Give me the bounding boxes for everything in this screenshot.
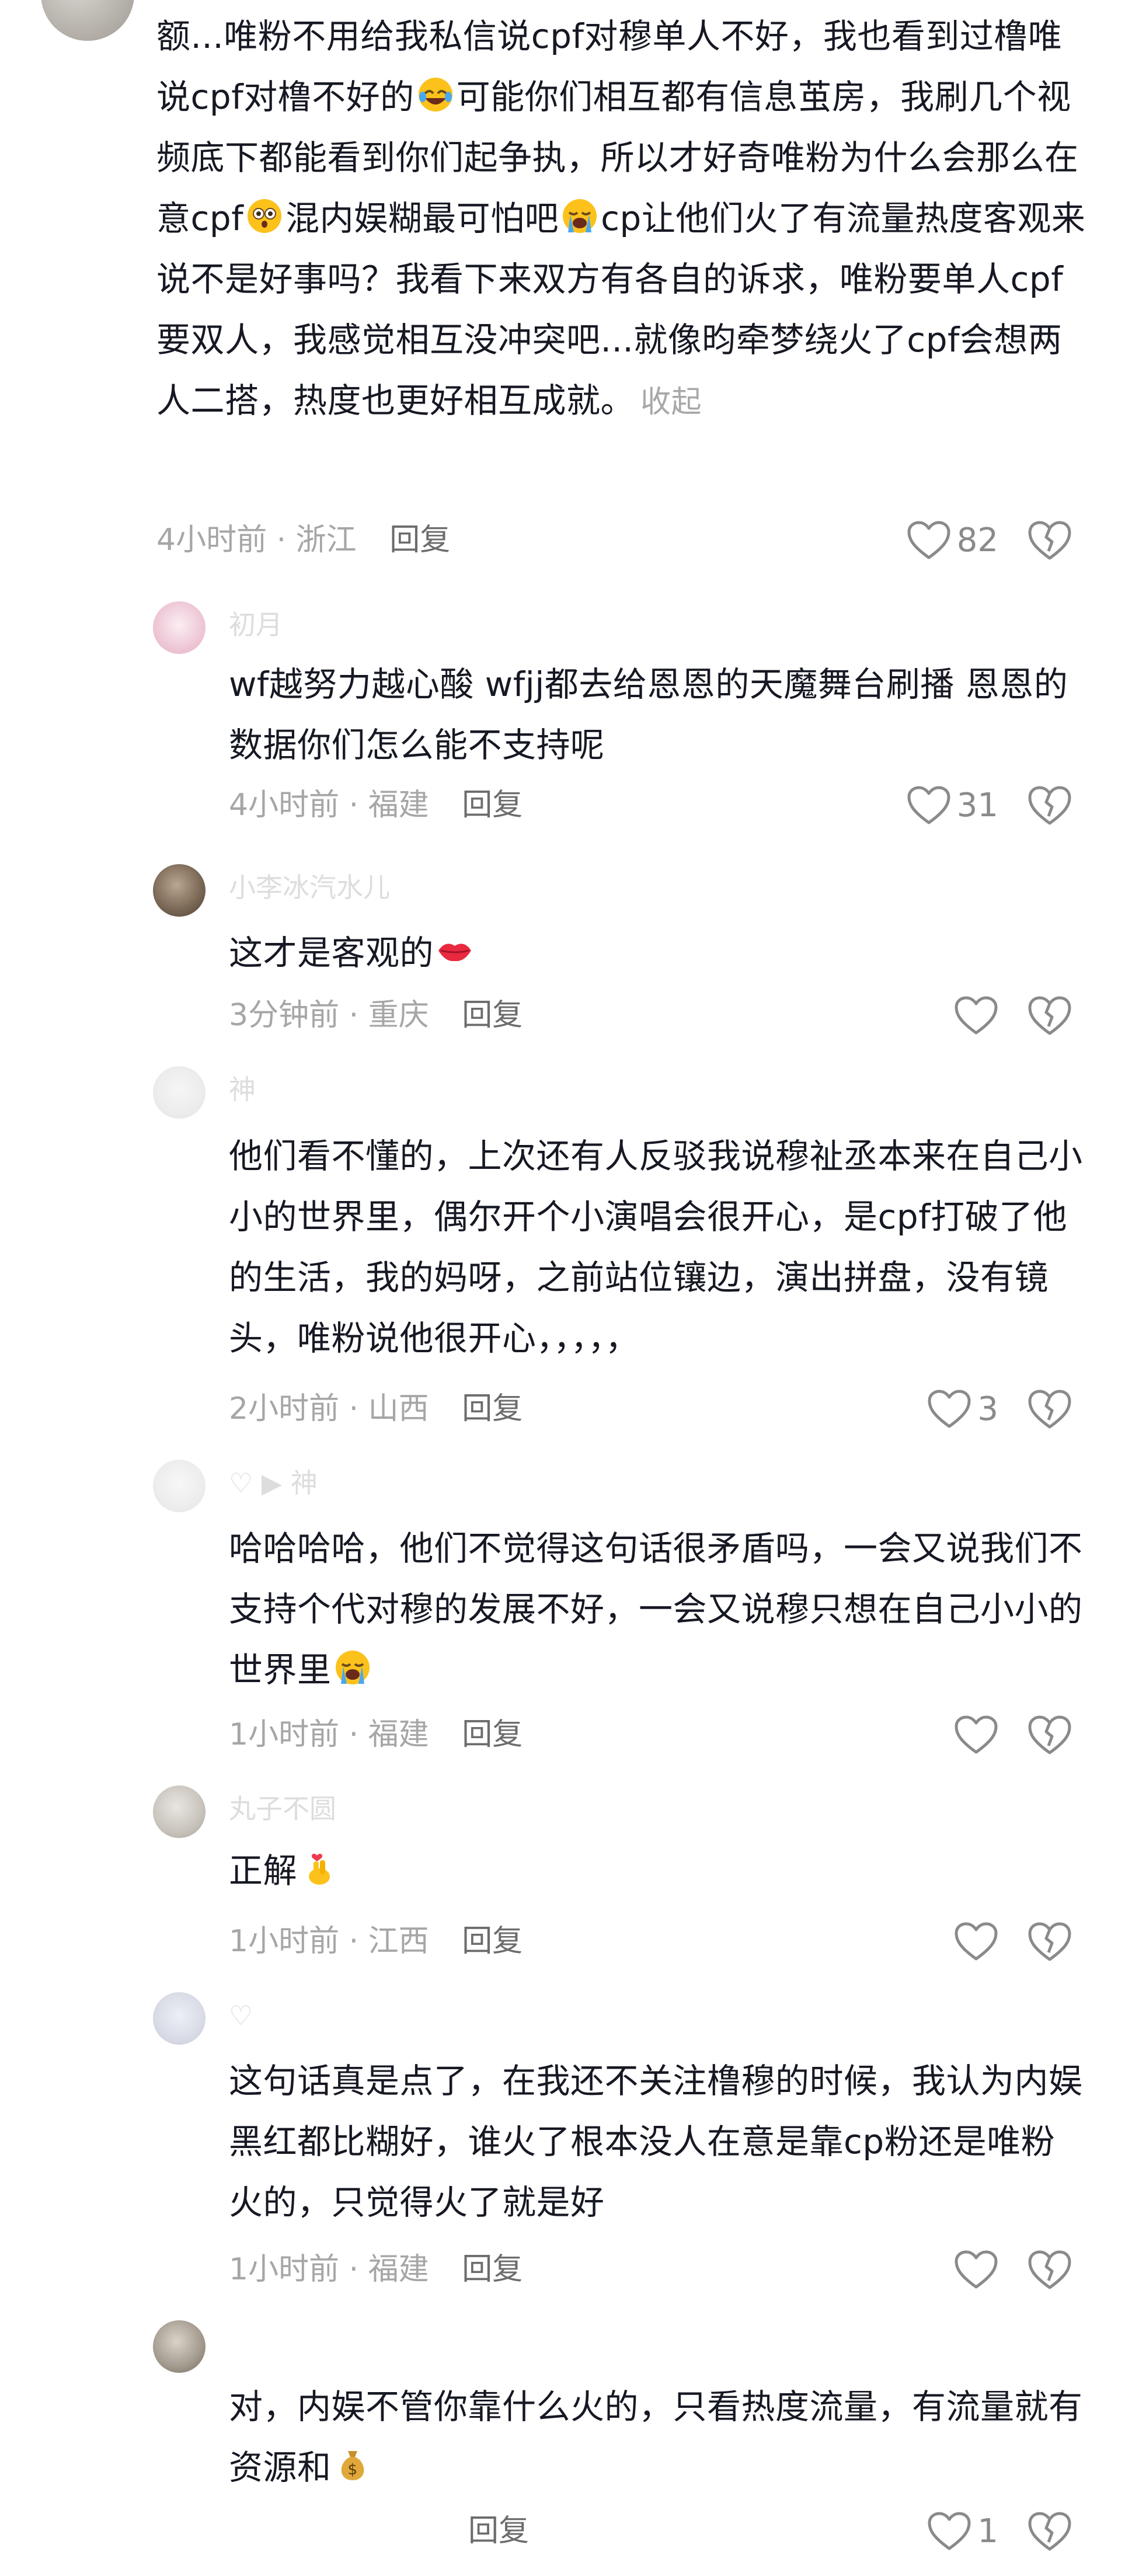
comment-thread: 额...唯粉不用给我私信说cpf对穆单人不好，我也看到过橹唯说cpf对橹不好的可… [0,0,1125,2576]
comment-meta: 回复 [229,2511,529,2551]
finger-heart-emoji [309,1854,330,1885]
timestamp-location: 2小时前 · 山西 [229,1391,429,1426]
broken-heart-icon [1028,786,1071,825]
avatar[interactable] [153,1460,206,1512]
reply-button[interactable]: 回复 [462,788,523,823]
comment-meta: 4小时前 · 福建 回复 [229,785,523,826]
timestamp-location: 4小时前 · 浙江 [156,523,357,558]
loudly-crying-emoji [563,199,597,233]
timestamp-location: 1小时前 · 福建 [229,2252,429,2287]
broken-heart-icon [1028,521,1071,560]
like-count: 82 [956,521,998,559]
comment-text: 哈哈哈哈，他们不觉得这句话很矛盾吗，一会又说我们不支持个代对穆的发展不好，一会又… [229,1518,1087,1700]
comment-meta: 4小时前 · 浙江 回复 [156,520,450,561]
username[interactable]: 小李冰汽水儿 [229,870,390,905]
reply-button[interactable]: 回复 [462,1717,523,1752]
timestamp-location: 4小时前 · 福建 [229,788,429,823]
broken-heart-icon [1028,2512,1071,2551]
comment-meta: 1小时前 · 江西 回复 [229,1921,523,1962]
heart-outline-icon [955,2250,998,2289]
collapse-link[interactable]: 收起 [640,385,702,420]
reply-button[interactable]: 回复 [468,2514,529,2549]
avatar[interactable] [41,0,134,41]
avatar[interactable] [153,1992,206,2045]
username[interactable]: ♡ [229,1998,253,2033]
comment-text-part-3: 混内娱糊最可怕吧 [285,199,559,238]
username[interactable]: ♡ ▶ 神 [229,1465,318,1501]
comment-meta: 3分钟前 · 重庆 回复 [229,995,523,1036]
broken-heart-icon [1028,996,1071,1035]
money-bag-emoji: $ [341,2451,364,2480]
dislike-button[interactable] [1028,518,1072,563]
reply-button[interactable]: 回复 [389,523,450,558]
like-button[interactable]: 82 [876,517,998,564]
comment-meta: 1小时前 · 福建 回复 [229,2249,523,2290]
timestamp-location: 1小时前 · 江西 [229,1924,429,1959]
dislike-button[interactable] [1028,1713,1072,1757]
comment-text: 这句话真是点了，在我还不关注橹穆的时候，我认为内娱黑红都比糊好，谁火了根本没人在… [229,2061,1083,2222]
like-count: 3 [977,1390,998,1428]
comment-text: 正解 [229,1840,1087,1901]
comment-text: wf越努力越心酸 wfjj都去给恩恩的天魔舞台刷播 恩恩的数据你们怎么能不支持呢 [229,664,1068,765]
comment-text: 额...唯粉不用给我私信说cpf对穆单人不好，我也看到过橹唯说cpf对橹不好的可… [156,6,1091,433]
avatar[interactable] [153,1066,206,1119]
heart-outline-icon [928,1390,971,1428]
heart-outline-icon [955,1715,998,1754]
kiss-lips-emoji [438,944,472,962]
broken-heart-icon [1028,2250,1071,2289]
timestamp-location: 1小时前 · 福建 [229,1717,429,1752]
heart-outline-icon [955,996,998,1035]
dislike-button[interactable] [1028,994,1072,1038]
avatar[interactable] [153,864,206,917]
like-button[interactable] [928,1712,998,1759]
heart-outline-icon [928,2512,971,2550]
dislike-button[interactable] [1028,784,1072,828]
comment-text: 他们看不懂的，上次还有人反驳我说穆祉丞本来在自己小小的世界里，偶尔开个小演唱会很… [229,1136,1083,1358]
avatar[interactable] [153,1785,206,1838]
avatar[interactable] [153,2320,206,2373]
reply-button[interactable]: 回复 [462,998,523,1033]
timestamp-location: 3分钟前 · 重庆 [229,998,429,1033]
like-count: 1 [977,2512,998,2550]
heart-outline-icon [907,521,950,559]
dislike-button[interactable] [1028,2509,1072,2554]
username[interactable]: 丸子不圆 [229,1791,336,1826]
comment-text-part-1: 这才是客观的 [229,933,434,973]
comment-text: 这才是客观的 [229,923,1087,983]
comment-text: 对，内娱不管你靠什么火的，只看热度流量，有流量就有资源和 $ [229,2376,1087,2498]
like-count: 31 [956,786,998,824]
rolling-laughing-emoji [418,78,452,112]
reply-button[interactable]: 回复 [462,1924,523,1959]
reply-button[interactable]: 回复 [462,1391,523,1426]
comment-text-part-1: 正解 [229,1851,298,1891]
heart-outline-icon [907,786,950,824]
broken-heart-icon [1028,1715,1071,1755]
like-button[interactable] [928,2247,998,2293]
svg-text:$: $ [347,2461,357,2478]
like-button[interactable] [928,993,998,1039]
like-button[interactable] [928,1919,998,1965]
username[interactable]: 神 [229,1072,256,1107]
heart-outline-icon [955,1922,998,1961]
like-button[interactable]: 31 [876,782,998,829]
comment-meta: 1小时前 · 福建 回复 [229,1714,523,1755]
dislike-button[interactable] [1028,1920,1072,1964]
like-button[interactable]: 1 [899,2508,998,2555]
username[interactable]: 初月 [229,607,283,642]
broken-heart-icon [1028,1922,1071,1961]
flushed-emoji [248,199,282,233]
reply-button[interactable]: 回复 [462,2252,523,2287]
comment-meta: 2小时前 · 山西 回复 [229,1388,523,1429]
dislike-button[interactable] [1028,2248,1072,2292]
like-button[interactable]: 3 [893,1386,998,1433]
broken-heart-icon [1028,1390,1071,1429]
avatar[interactable] [153,601,206,654]
loudly-crying-emoji [335,1651,370,1684]
dislike-button[interactable] [1028,1387,1072,1432]
